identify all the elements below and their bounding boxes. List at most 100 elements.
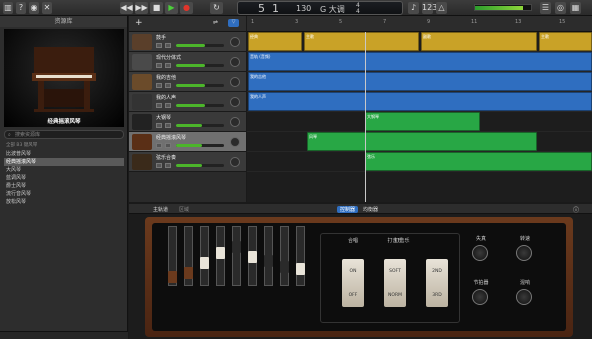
smart-controls-button[interactable]: ◉	[29, 2, 39, 14]
drawbar-cap[interactable]	[168, 271, 177, 283]
tuner-icon[interactable]: ♪	[408, 2, 419, 14]
play-button[interactable]: ▶	[165, 2, 178, 14]
drawbar-cap[interactable]	[232, 241, 241, 253]
region[interactable]: 经典	[248, 32, 302, 51]
pan-knob[interactable]	[230, 157, 240, 167]
drawbar-cap[interactable]	[280, 261, 289, 273]
drawbar[interactable]	[280, 226, 289, 286]
tab-eq[interactable]: 均衡器	[363, 206, 378, 213]
drawbar-cap[interactable]	[216, 247, 225, 259]
volume-slider[interactable]	[176, 144, 224, 147]
library-item[interactable]: 流行音风琴	[4, 190, 124, 198]
region[interactable]: 大钢琴	[365, 112, 480, 131]
region[interactable]: 风琴	[307, 132, 537, 151]
drawbar-cap[interactable]	[248, 251, 257, 263]
pan-knob[interactable]	[230, 97, 240, 107]
pan-knob[interactable]	[230, 37, 240, 47]
info-icon[interactable]: ⓘ	[573, 205, 579, 214]
library-item[interactable]: 爵士风琴	[4, 182, 124, 190]
volume-slider[interactable]	[176, 164, 224, 167]
drawbar[interactable]	[168, 226, 177, 286]
effect-knob[interactable]	[516, 289, 532, 305]
region[interactable]: 主歌	[304, 32, 419, 51]
forward-button[interactable]: ▶▶	[135, 2, 148, 14]
drawbar-cap[interactable]	[264, 255, 273, 267]
tab-controls[interactable]: 控制器	[337, 206, 359, 213]
track-header[interactable]: 鼓手	[129, 32, 246, 52]
count-in-button[interactable]: 1234	[422, 2, 442, 14]
drawbar-cap[interactable]	[200, 257, 209, 269]
solo-button[interactable]	[165, 103, 171, 108]
library-item[interactable]: 大风琴	[4, 166, 124, 174]
tab-main-track[interactable]: 主轨道	[153, 206, 168, 213]
volume-slider[interactable]	[176, 104, 224, 107]
record-button[interactable]: ●	[180, 2, 193, 14]
mute-button[interactable]	[156, 43, 162, 48]
mute-button[interactable]	[156, 163, 162, 168]
pan-knob[interactable]	[230, 117, 240, 127]
library-search[interactable]: ⌕ 搜索资源库	[4, 130, 124, 139]
filter-icon[interactable]: ▽	[228, 19, 239, 27]
solo-button[interactable]	[165, 43, 171, 48]
region[interactable]: 我的人声	[248, 92, 592, 111]
mute-button[interactable]	[156, 143, 162, 148]
volume-slider[interactable]	[176, 44, 224, 47]
help-icon[interactable]: ?	[16, 2, 26, 14]
master-volume-meter[interactable]	[474, 4, 532, 11]
track-header[interactable]: 我的人声	[129, 92, 246, 112]
solo-button[interactable]	[165, 143, 171, 148]
library-item[interactable]: 经典摇滚风琴	[4, 158, 124, 166]
playhead[interactable]	[365, 32, 366, 202]
drawbar[interactable]	[216, 226, 225, 286]
rocker-switch[interactable]: ON OFF	[342, 259, 364, 307]
mute-button[interactable]	[156, 83, 162, 88]
editors-button[interactable]: ✕	[42, 2, 52, 14]
lcd-display[interactable]: 5 1 130 G 大调 4 4	[237, 1, 403, 15]
loops-icon[interactable]: ◎	[555, 2, 566, 14]
track-header[interactable]: 经典摇滚风琴	[129, 132, 246, 152]
track-header[interactable]: 大钢琴	[129, 112, 246, 132]
solo-button[interactable]	[165, 83, 171, 88]
effect-knob[interactable]	[472, 289, 488, 305]
drawbar[interactable]	[248, 226, 257, 286]
library-item[interactable]: 蓝调风琴	[4, 174, 124, 182]
mute-button[interactable]	[156, 103, 162, 108]
rocker-switch[interactable]: 2ND 3RD	[426, 259, 448, 307]
rewind-button[interactable]: ◀◀	[120, 2, 133, 14]
drawbar[interactable]	[200, 226, 209, 286]
pan-knob[interactable]	[230, 57, 240, 67]
region[interactable]: 我的吉他	[248, 72, 592, 91]
library-item[interactable]: 比波普风琴	[4, 150, 124, 158]
add-track-icon[interactable]: +	[135, 18, 143, 28]
track-header[interactable]: 弦乐合奏	[129, 152, 246, 172]
drawbar-cap[interactable]	[184, 267, 193, 279]
library-button[interactable]: ▥	[3, 2, 13, 14]
smart-tempo-icon[interactable]: ⇌	[213, 19, 218, 26]
media-browser-icon[interactable]: ▦	[570, 2, 581, 14]
mute-button[interactable]	[156, 123, 162, 128]
drawbar[interactable]	[296, 226, 305, 286]
volume-slider[interactable]	[176, 124, 224, 127]
track-header[interactable]: 现代分体式	[129, 52, 246, 72]
solo-button[interactable]	[165, 63, 171, 68]
solo-button[interactable]	[165, 123, 171, 128]
pan-knob[interactable]	[230, 137, 240, 147]
solo-button[interactable]	[165, 163, 171, 168]
track-header[interactable]: 我的吉他	[129, 72, 246, 92]
region[interactable]: 弦乐	[365, 152, 592, 171]
notepad-icon[interactable]: ☰	[540, 2, 551, 14]
drawbar[interactable]	[264, 226, 273, 286]
volume-slider[interactable]	[176, 84, 224, 87]
region[interactable]: 音轨 (音频)	[248, 52, 592, 71]
drawbar[interactable]	[232, 226, 241, 286]
drawbar-cap[interactable]	[296, 263, 305, 275]
pan-knob[interactable]	[230, 77, 240, 87]
tab-region[interactable]: 区域	[179, 206, 189, 213]
volume-slider[interactable]	[176, 64, 224, 67]
effect-knob[interactable]	[516, 245, 532, 261]
region[interactable]: 主歌	[539, 32, 592, 51]
region[interactable]: 副歌	[421, 32, 537, 51]
mute-button[interactable]	[156, 63, 162, 68]
drawbar[interactable]	[184, 226, 193, 286]
library-category[interactable]: 全部 B3 键风琴	[6, 142, 37, 148]
